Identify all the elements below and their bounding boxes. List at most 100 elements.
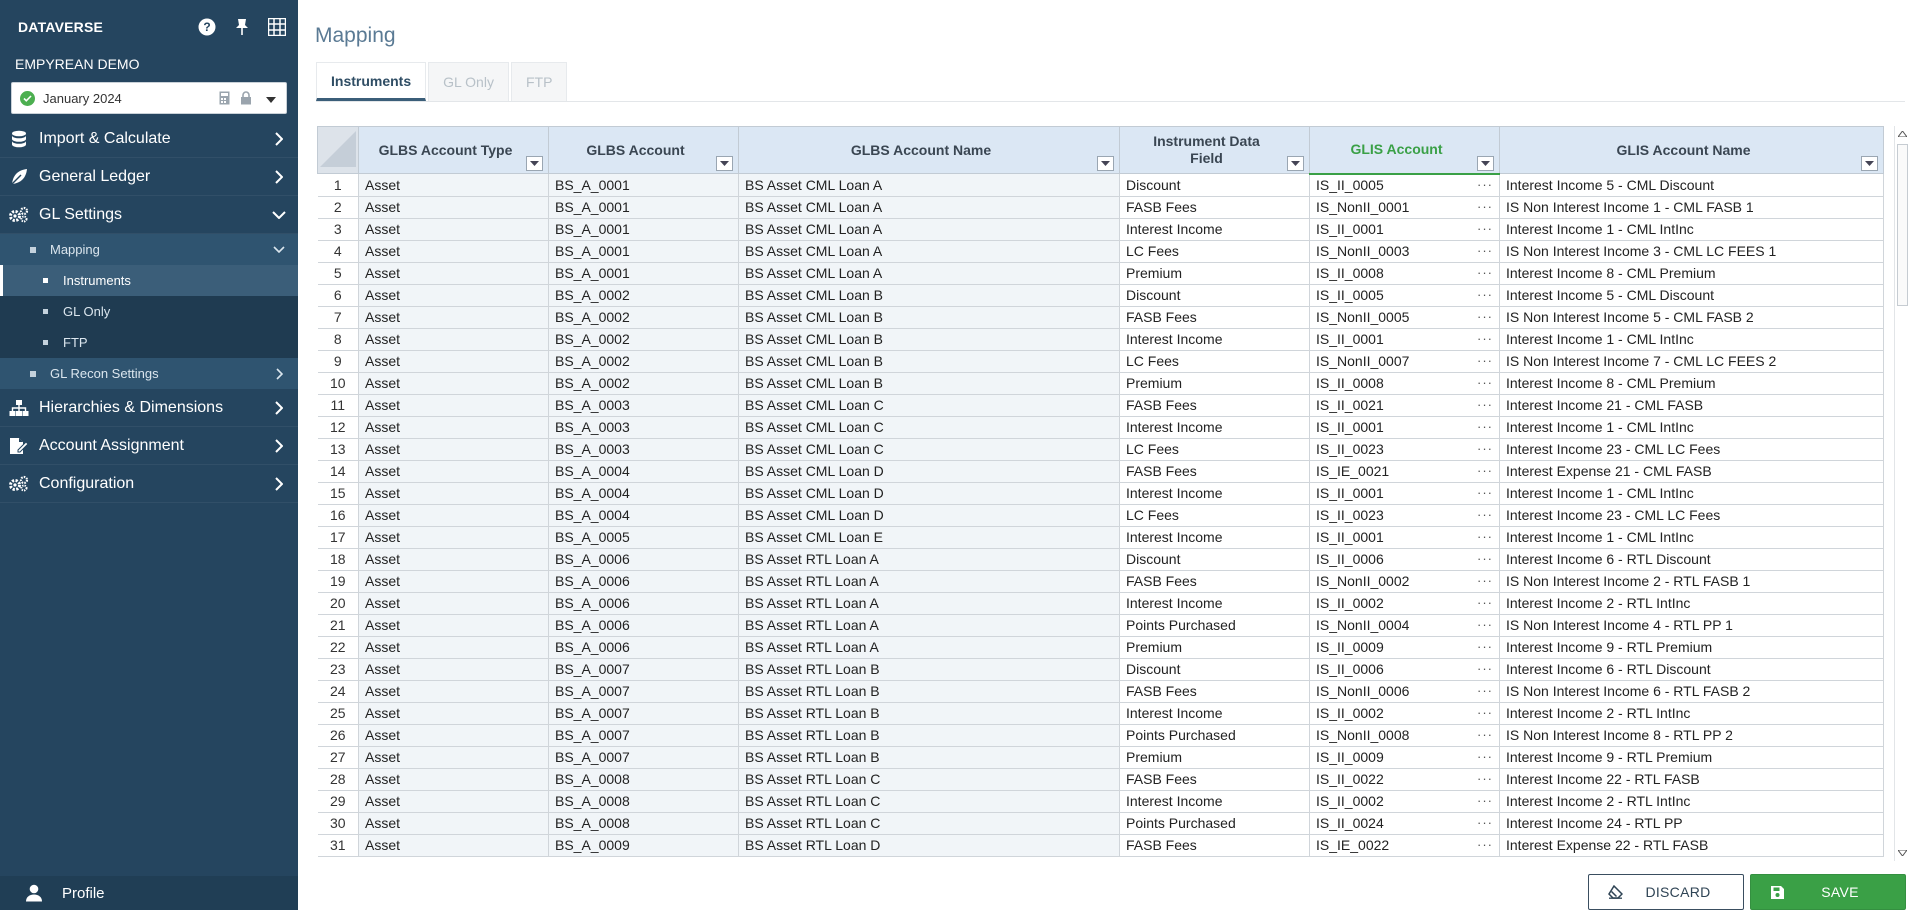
cell-glbs-account-name[interactable]: BS Asset CML Loan B xyxy=(738,283,1120,307)
table-row[interactable]: 27 Asset BS_A_0007 BS Asset RTL Loan B Premi… xyxy=(317,745,1884,769)
cell-glbs-account-name[interactable]: BS Asset CML Loan E xyxy=(738,525,1120,549)
row-number[interactable]: 12 xyxy=(317,415,359,439)
row-number[interactable]: 25 xyxy=(317,701,359,725)
cell-glbs-account[interactable]: BS_A_0001 xyxy=(548,217,739,241)
table-row[interactable]: 19 Asset BS_A_0006 BS Asset RTL Loan A FASB … xyxy=(317,569,1884,593)
cell-glis-account-name[interactable]: Interest Income 1 - CML IntInc xyxy=(1499,415,1884,439)
cell-glis-account[interactable]: IS_II_0001 ··· xyxy=(1309,217,1500,241)
cell-glbs-account[interactable]: BS_A_0007 xyxy=(548,657,739,681)
ellipsis-icon[interactable]: ··· xyxy=(1477,419,1493,434)
table-row[interactable]: 7 Asset BS_A_0002 BS Asset CML Loan B FASB F… xyxy=(317,305,1884,329)
cell-instrument-field[interactable]: Interest Income xyxy=(1119,789,1310,813)
cell-glis-account[interactable]: IS_NonII_0001 ··· xyxy=(1309,195,1500,219)
cell-glbs-account-name[interactable]: BS Asset RTL Loan B xyxy=(738,723,1120,747)
cell-glis-account-name[interactable]: IS Non Interest Income 8 - RTL PP 2 xyxy=(1499,723,1884,747)
menu-gl-recon-settings[interactable]: GL Recon Settings xyxy=(0,358,298,389)
cell-glbs-account-name[interactable]: BS Asset RTL Loan A xyxy=(738,613,1120,637)
row-number[interactable]: 27 xyxy=(317,745,359,769)
row-number[interactable]: 11 xyxy=(317,393,359,417)
row-number[interactable]: 30 xyxy=(317,811,359,835)
row-number[interactable]: 29 xyxy=(317,789,359,813)
filter-icon[interactable] xyxy=(1477,155,1494,171)
cell-glbs-account[interactable]: BS_A_0003 xyxy=(548,393,739,417)
cell-glis-account[interactable]: IS_II_0002 ··· xyxy=(1309,789,1500,813)
table-row[interactable]: 24 Asset BS_A_0007 BS Asset RTL Loan B FASB … xyxy=(317,679,1884,703)
cell-instrument-field[interactable]: Discount xyxy=(1119,173,1310,197)
cell-instrument-field[interactable]: Interest Income xyxy=(1119,327,1310,351)
cell-account-type[interactable]: Asset xyxy=(358,701,549,725)
cell-account-type[interactable]: Asset xyxy=(358,547,549,571)
filter-icon[interactable] xyxy=(1287,156,1304,171)
filter-icon[interactable] xyxy=(526,156,543,171)
table-row[interactable]: 18 Asset BS_A_0006 BS Asset RTL Loan A Disco… xyxy=(317,547,1884,571)
ellipsis-icon[interactable]: ··· xyxy=(1477,793,1493,808)
cell-account-type[interactable]: Asset xyxy=(358,195,549,219)
table-row[interactable]: 6 Asset BS_A_0002 BS Asset CML Loan B Discou… xyxy=(317,283,1884,307)
row-number[interactable]: 14 xyxy=(317,459,359,483)
cell-glis-account[interactable]: IS_II_0001 ··· xyxy=(1309,415,1500,439)
cell-glis-account-name[interactable]: Interest Income 1 - CML IntInc xyxy=(1499,327,1884,351)
discard-button[interactable]: DISCARD xyxy=(1588,874,1744,910)
row-number[interactable]: 26 xyxy=(317,723,359,747)
cell-glbs-account-name[interactable]: BS Asset CML Loan B xyxy=(738,305,1120,329)
cell-glis-account-name[interactable]: IS Non Interest Income 6 - RTL FASB 2 xyxy=(1499,679,1884,703)
cell-instrument-field[interactable]: Points Purchased xyxy=(1119,613,1310,637)
cell-glbs-account-name[interactable]: BS Asset RTL Loan D xyxy=(738,833,1120,857)
cell-glis-account[interactable]: IS_II_0022 ··· xyxy=(1309,767,1500,791)
ellipsis-icon[interactable]: ··· xyxy=(1477,727,1493,742)
cell-glis-account[interactable]: IS_II_0024 ··· xyxy=(1309,811,1500,835)
cell-instrument-field[interactable]: FASB Fees xyxy=(1119,569,1310,593)
filter-icon[interactable] xyxy=(1097,156,1114,171)
menu-hierarchies-dimensions[interactable]: Hierarchies & Dimensions xyxy=(0,389,298,427)
row-number[interactable]: 10 xyxy=(317,371,359,395)
cell-glis-account[interactable]: IS_II_0001 ··· xyxy=(1309,525,1500,549)
cell-glis-account-name[interactable]: Interest Income 1 - CML IntInc xyxy=(1499,217,1884,241)
menu-instruments[interactable]: Instruments xyxy=(0,265,298,296)
table-row[interactable]: 29 Asset BS_A_0008 BS Asset RTL Loan C Inter… xyxy=(317,789,1884,813)
cell-account-type[interactable]: Asset xyxy=(358,283,549,307)
cell-glis-account-name[interactable]: Interest Income 6 - RTL Discount xyxy=(1499,547,1884,571)
tab-gl-only[interactable]: GL Only xyxy=(428,62,509,101)
cell-glbs-account[interactable]: BS_A_0006 xyxy=(548,547,739,571)
row-number[interactable]: 23 xyxy=(317,657,359,681)
cell-glis-account[interactable]: IS_II_0005 ··· xyxy=(1309,173,1500,197)
cell-glis-account-name[interactable]: Interest Income 22 - RTL FASB xyxy=(1499,767,1884,791)
cell-glbs-account-name[interactable]: BS Asset RTL Loan B xyxy=(738,679,1120,703)
row-number[interactable]: 15 xyxy=(317,481,359,505)
row-number[interactable]: 6 xyxy=(317,283,359,307)
vertical-scrollbar[interactable] xyxy=(1894,126,1909,861)
cell-instrument-field[interactable]: Discount xyxy=(1119,283,1310,307)
cell-account-type[interactable]: Asset xyxy=(358,723,549,747)
header-glis-account[interactable]: GLIS Account xyxy=(1309,126,1500,175)
row-number[interactable]: 4 xyxy=(317,239,359,263)
cell-glis-account-name[interactable]: Interest Expense 21 - CML FASB xyxy=(1499,459,1884,483)
profile-button[interactable]: Profile xyxy=(0,876,298,910)
table-row[interactable]: 13 Asset BS_A_0003 BS Asset CML Loan C LC Fe… xyxy=(317,437,1884,461)
menu-gl-only[interactable]: GL Only xyxy=(0,296,298,327)
grid-menu-icon[interactable] xyxy=(266,16,288,38)
cell-instrument-field[interactable]: Interest Income xyxy=(1119,481,1310,505)
cell-instrument-field[interactable]: Discount xyxy=(1119,547,1310,571)
cell-glis-account[interactable]: IS_II_0023 ··· xyxy=(1309,503,1500,527)
table-row[interactable]: 31 Asset BS_A_0009 BS Asset RTL Loan D FASB … xyxy=(317,833,1884,857)
cell-glis-account[interactable]: IS_NonII_0003 ··· xyxy=(1309,239,1500,263)
cell-glbs-account[interactable]: BS_A_0007 xyxy=(548,701,739,725)
header-glbs-account[interactable]: GLBS Account xyxy=(548,126,739,174)
cell-glis-account[interactable]: IS_II_0005 ··· xyxy=(1309,283,1500,307)
cell-glbs-account-name[interactable]: BS Asset CML Loan C xyxy=(738,415,1120,439)
cell-account-type[interactable]: Asset xyxy=(358,371,549,395)
row-number[interactable]: 2 xyxy=(317,195,359,219)
cell-glbs-account-name[interactable]: BS Asset CML Loan A xyxy=(738,261,1120,285)
cell-glis-account-name[interactable]: Interest Income 5 - CML Discount xyxy=(1499,173,1884,197)
cell-glis-account[interactable]: IS_IE_0022 ··· xyxy=(1309,833,1500,857)
pin-icon[interactable] xyxy=(231,16,253,38)
tab-ftp[interactable]: FTP xyxy=(510,62,568,101)
cell-glis-account-name[interactable]: Interest Income 9 - RTL Premium xyxy=(1499,745,1884,769)
cell-glis-account-name[interactable]: IS Non Interest Income 2 - RTL FASB 1 xyxy=(1499,569,1884,593)
table-row[interactable]: 12 Asset BS_A_0003 BS Asset CML Loan C Inter… xyxy=(317,415,1884,439)
cell-glis-account[interactable]: IS_II_0006 ··· xyxy=(1309,657,1500,681)
cell-glis-account[interactable]: IS_NonII_0008 ··· xyxy=(1309,723,1500,747)
row-number[interactable]: 28 xyxy=(317,767,359,791)
cell-instrument-field[interactable]: Interest Income xyxy=(1119,415,1310,439)
cell-instrument-field[interactable]: FASB Fees xyxy=(1119,393,1310,417)
